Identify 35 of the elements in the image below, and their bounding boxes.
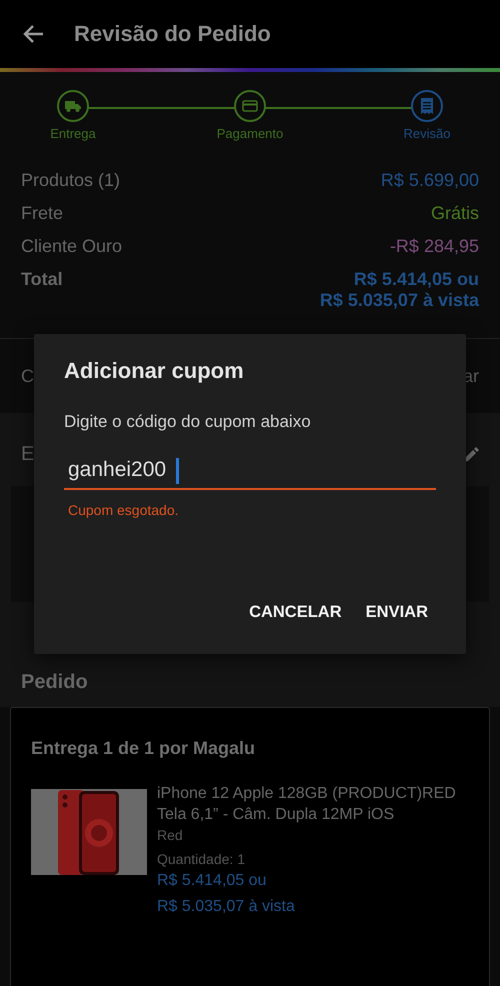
section-title: Pedido [21, 671, 88, 693]
summary-label: Produtos (1) [21, 170, 120, 191]
receipt-icon [420, 98, 434, 114]
error-message: Cupom esgotado. [67, 502, 180, 518]
product-name: iPhone 12 Apple 128GB (PRODUCT)RED Tela 6,1” - Câm. Dupla 12MP iOS [157, 784, 457, 825]
product-price: R$ 5.414,05 ou [157, 871, 268, 891]
summary-value: R$ 5.035,07 à vista [320, 290, 479, 311]
quantity-value: 1 [237, 851, 245, 867]
pencil-icon[interactable] [463, 446, 479, 462]
section-title: E [21, 443, 34, 466]
step-label: Pagamento [216, 126, 284, 141]
credit-card-icon [242, 100, 258, 112]
product-variant: Red [157, 827, 184, 843]
summary-value: -R$ 284,95 [390, 236, 479, 257]
dialog-message: Digite o código do cupom abaixo [64, 412, 312, 432]
dialog-button[interactable]: ENVIAR [358, 595, 436, 630]
delivery-title: Entrega 1 de 1 por Magalu [31, 738, 256, 759]
summary-label: Frete [21, 203, 64, 224]
summary-value: Grátis [430, 203, 479, 224]
product-price: R$ 5.035,07 à vista [157, 897, 296, 917]
page-title: Revisão do Pedido [74, 21, 271, 47]
coupon-input-field[interactable]: ganhei200 [64, 458, 436, 490]
step-label: Entrega [50, 126, 96, 141]
dialog-title: Adicionar cupom [64, 358, 245, 384]
step-label: Revisão [404, 126, 450, 141]
quantity-label: Quantidade: [157, 851, 234, 867]
text-cursor [176, 458, 179, 484]
truck-icon [65, 100, 81, 112]
summary-value: R$ 5.699,00 [380, 170, 479, 191]
summary-value: R$ 5.414,05 ou [354, 269, 479, 290]
dialog-button[interactable]: CANCELAR [241, 595, 350, 630]
summary-label: Cliente Ouro [21, 236, 122, 257]
coupon-label: C [21, 366, 34, 386]
back-arrow-icon[interactable] [22, 24, 44, 44]
summary-label: Total [21, 269, 63, 291]
